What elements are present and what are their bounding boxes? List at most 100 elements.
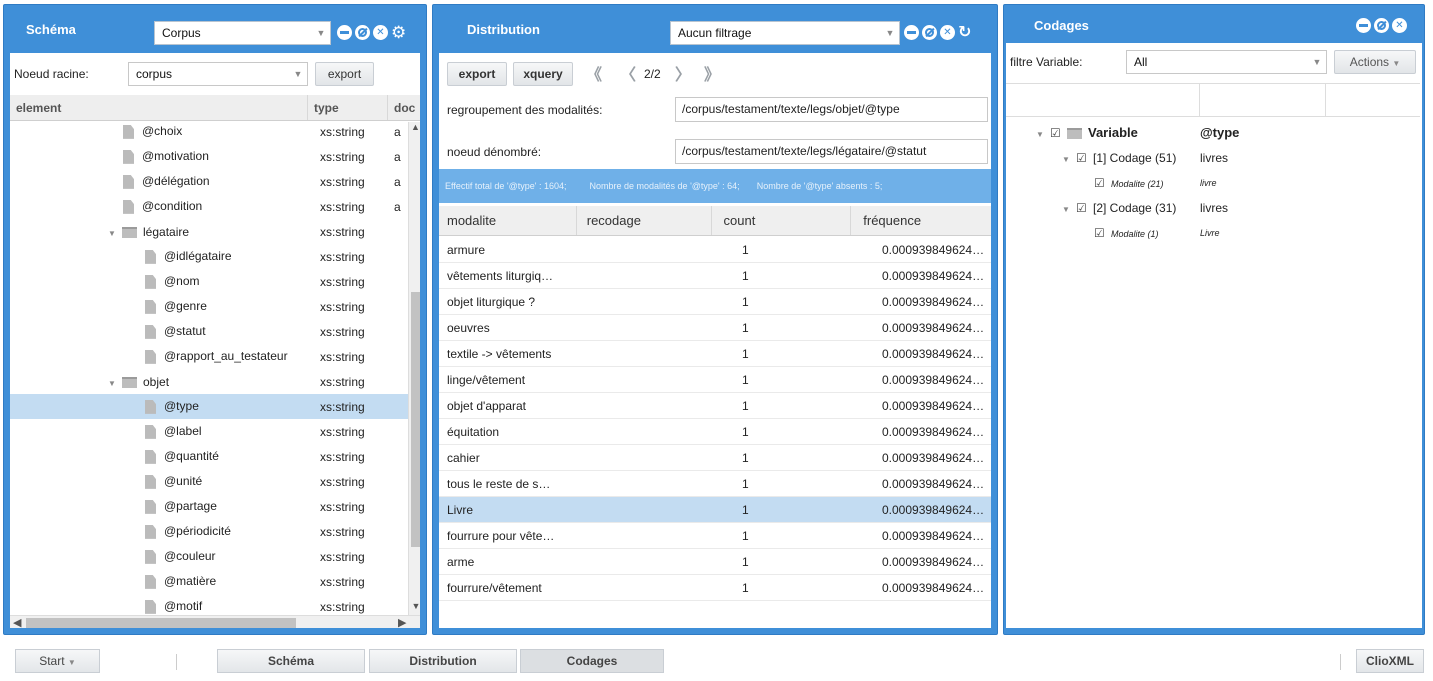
- schema-row[interactable]: @motif xs:string: [10, 594, 408, 615]
- schema-doc-cell: a: [394, 149, 401, 164]
- expand-toggle-icon[interactable]: ▼: [1062, 155, 1072, 164]
- scroll-right-icon[interactable]: ▶: [398, 616, 406, 628]
- schema-row[interactable]: @condition xs:string a: [10, 194, 408, 219]
- checkbox[interactable]: ☑: [1094, 177, 1107, 190]
- schema-row[interactable]: ▼ objet xs:string: [10, 369, 408, 394]
- col-frequence[interactable]: fréquence: [851, 206, 991, 235]
- table-row[interactable]: objet liturgique ? 1 0.000939849624…: [439, 289, 991, 315]
- first-page-icon[interactable]: 《: [586, 61, 602, 85]
- schema-row[interactable]: @motivation xs:string a: [10, 144, 408, 169]
- close-icon[interactable]: [940, 25, 955, 40]
- table-row[interactable]: linge/vêtement 1 0.000939849624…: [439, 367, 991, 393]
- start-button[interactable]: Start ▼: [15, 649, 100, 673]
- scroll-left-icon[interactable]: ◀: [13, 616, 21, 628]
- schema-row[interactable]: @délégation xs:string a: [10, 169, 408, 194]
- col-type[interactable]: type: [308, 95, 388, 120]
- disable-icon[interactable]: [1374, 18, 1389, 33]
- schema-type-cell: xs:string: [320, 124, 365, 139]
- close-icon[interactable]: [1392, 18, 1407, 33]
- expand-toggle-icon[interactable]: ▼: [1062, 205, 1072, 214]
- modalite-cell: oeuvres: [447, 320, 490, 335]
- col-count[interactable]: count: [712, 206, 852, 235]
- tree-node[interactable]: ▼ ☑ Variable @type: [1006, 120, 1420, 145]
- schema-row[interactable]: @choix xs:string a: [10, 122, 408, 144]
- checkbox[interactable]: ☑: [1076, 202, 1089, 215]
- table-row[interactable]: armure 1 0.000939849624…: [439, 237, 991, 263]
- counted-input[interactable]: /corpus/testament/texte/legs/légataire/@…: [675, 139, 988, 164]
- root-combo[interactable]: corpus ▼: [128, 62, 308, 86]
- actions-button[interactable]: Actions ▼: [1334, 50, 1416, 74]
- table-row[interactable]: cahier 1 0.000939849624…: [439, 445, 991, 471]
- table-row[interactable]: objet d'apparat 1 0.000939849624…: [439, 393, 991, 419]
- schema-row[interactable]: ▼ légataire xs:string: [10, 219, 408, 244]
- filter-combo[interactable]: Aucun filtrage ▼: [670, 21, 900, 45]
- schema-combo[interactable]: Corpus ▼: [154, 21, 331, 45]
- tree-node[interactable]: ☑ Modalite (1) Livre: [1006, 220, 1420, 245]
- schema-row[interactable]: @statut xs:string: [10, 319, 408, 344]
- schema-row[interactable]: @rapport_au_testateur xs:string: [10, 344, 408, 369]
- minimize-icon[interactable]: [1356, 18, 1371, 33]
- schema-hscroll-thumb[interactable]: [26, 618, 296, 628]
- table-row[interactable]: équitation 1 0.000939849624…: [439, 419, 991, 445]
- col-recodage[interactable]: recodage: [577, 206, 712, 235]
- tree-node[interactable]: ▼ ☑ [1] Codage (51) livres: [1006, 145, 1420, 170]
- close-icon[interactable]: [373, 25, 388, 40]
- schema-vscroll[interactable]: ▲ ▼: [408, 122, 420, 615]
- tree-node[interactable]: ▼ ☑ [2] Codage (31) livres: [1006, 195, 1420, 220]
- filter-variable-combo[interactable]: All ▼: [1126, 50, 1327, 74]
- table-row[interactable]: fourrure/vêtement 1 0.000939849624…: [439, 575, 991, 601]
- schema-element-name: @motivation: [142, 149, 209, 164]
- schema-row[interactable]: @idlégataire xs:string: [10, 244, 408, 269]
- taskbar-codages-button[interactable]: Codages: [520, 649, 664, 673]
- minimize-icon[interactable]: [337, 25, 352, 40]
- table-row[interactable]: vêtements liturgiq… 1 0.000939849624…: [439, 263, 991, 289]
- table-row[interactable]: oeuvres 1 0.000939849624…: [439, 315, 991, 341]
- col-doc[interactable]: doc: [388, 95, 418, 120]
- table-row[interactable]: fourrure pour vête… 1 0.000939849624…: [439, 523, 991, 549]
- taskbar-schema-button[interactable]: Schéma: [217, 649, 365, 673]
- checkbox[interactable]: ☑: [1050, 127, 1063, 140]
- minimize-icon[interactable]: [904, 25, 919, 40]
- expand-toggle-icon[interactable]: ▼: [1036, 130, 1046, 139]
- disable-icon[interactable]: [922, 25, 937, 40]
- table-row[interactable]: Livre 1 0.000939849624…: [439, 497, 991, 523]
- table-row[interactable]: textile -> vêtements 1 0.000939849624…: [439, 341, 991, 367]
- schema-row[interactable]: @nom xs:string: [10, 269, 408, 294]
- table-row[interactable]: arme 1 0.000939849624…: [439, 549, 991, 575]
- scroll-up-icon[interactable]: ▲: [409, 122, 420, 136]
- schema-row[interactable]: @partage xs:string: [10, 494, 408, 519]
- export-button[interactable]: export: [315, 62, 374, 86]
- last-page-icon[interactable]: 》: [704, 61, 720, 85]
- schema-row[interactable]: @unité xs:string: [10, 469, 408, 494]
- schema-row[interactable]: @matière xs:string: [10, 569, 408, 594]
- schema-hscroll[interactable]: ◀ ▶: [10, 615, 420, 628]
- schema-row[interactable]: @type xs:string: [10, 394, 408, 419]
- scroll-down-icon[interactable]: ▼: [409, 601, 420, 615]
- schema-row[interactable]: @quantité xs:string: [10, 444, 408, 469]
- checkbox[interactable]: ☑: [1076, 152, 1089, 165]
- schema-row[interactable]: @genre xs:string: [10, 294, 408, 319]
- col-modalite[interactable]: modalite: [439, 206, 577, 235]
- xquery-button[interactable]: xquery: [513, 62, 573, 86]
- schema-row[interactable]: @couleur xs:string: [10, 544, 408, 569]
- expand-toggle-icon[interactable]: ▼: [108, 379, 118, 388]
- table-row[interactable]: tous le reste de s… 1 0.000939849624…: [439, 471, 991, 497]
- col-element[interactable]: element: [10, 95, 308, 120]
- tree-node[interactable]: ☑ Modalite (21) livre: [1006, 170, 1420, 195]
- count-cell: 1: [742, 580, 749, 595]
- schema-row[interactable]: @label xs:string: [10, 419, 408, 444]
- prev-page-icon[interactable]: 〈: [620, 61, 636, 85]
- gear-icon[interactable]: ⚙: [391, 24, 406, 41]
- export-button[interactable]: export: [447, 62, 507, 86]
- schema-vscroll-thumb[interactable]: [411, 292, 420, 547]
- checkbox[interactable]: ☑: [1094, 227, 1107, 240]
- app-name-button[interactable]: ClioXML: [1356, 649, 1424, 673]
- expand-toggle-icon[interactable]: ▼: [108, 229, 118, 238]
- schema-row[interactable]: @périodicité xs:string: [10, 519, 408, 544]
- taskbar-distribution-button[interactable]: Distribution: [369, 649, 517, 673]
- refresh-icon[interactable]: ↻: [958, 25, 971, 41]
- schema-header: Schéma Corpus ▼ ⚙: [4, 5, 426, 53]
- group-input[interactable]: /corpus/testament/texte/legs/objet/@type: [675, 97, 988, 122]
- next-page-icon[interactable]: 〉: [675, 61, 691, 85]
- disable-icon[interactable]: [355, 25, 370, 40]
